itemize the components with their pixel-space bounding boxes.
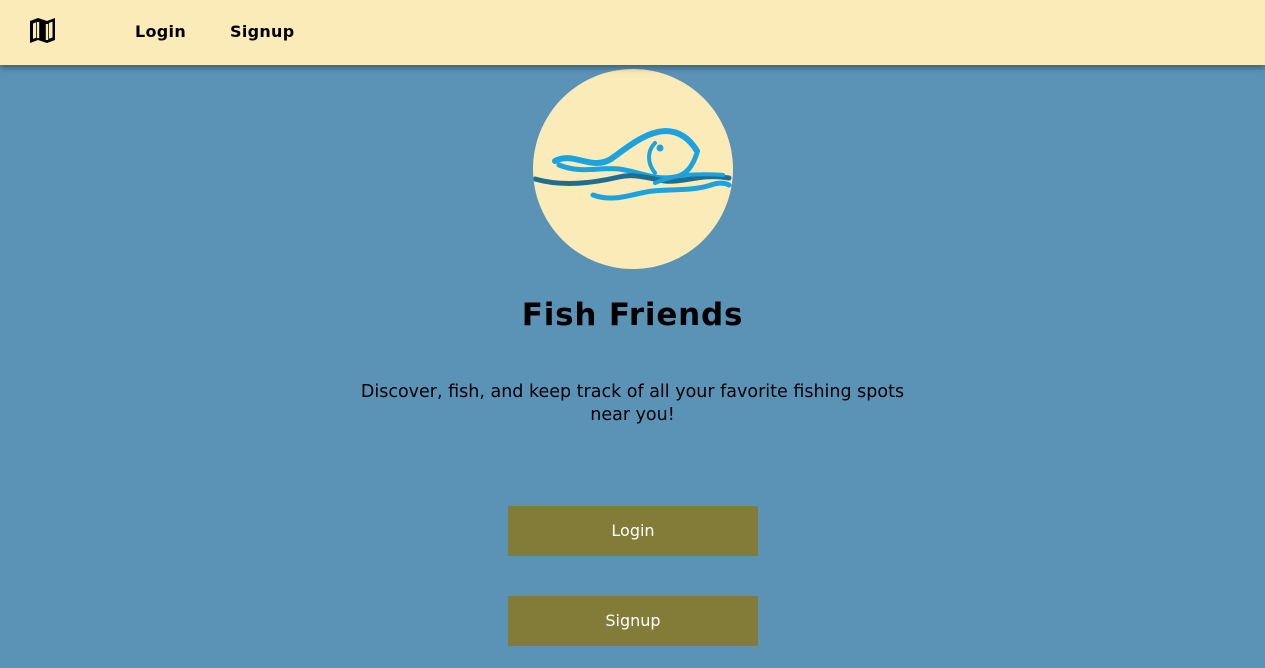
nav-login-link[interactable]: Login — [135, 21, 186, 43]
signup-button[interactable]: Signup — [508, 596, 758, 646]
nav-signup-link[interactable]: Signup — [230, 21, 295, 43]
map-icon[interactable] — [29, 17, 56, 44]
fish-logo — [533, 69, 733, 269]
page-title: Fish Friends — [521, 297, 744, 333]
login-button[interactable]: Login — [508, 506, 758, 556]
navbar: Login Signup — [0, 0, 1265, 65]
tagline: Discover, fish, and keep track of all yo… — [360, 382, 905, 425]
fish-icon — [533, 127, 732, 201]
